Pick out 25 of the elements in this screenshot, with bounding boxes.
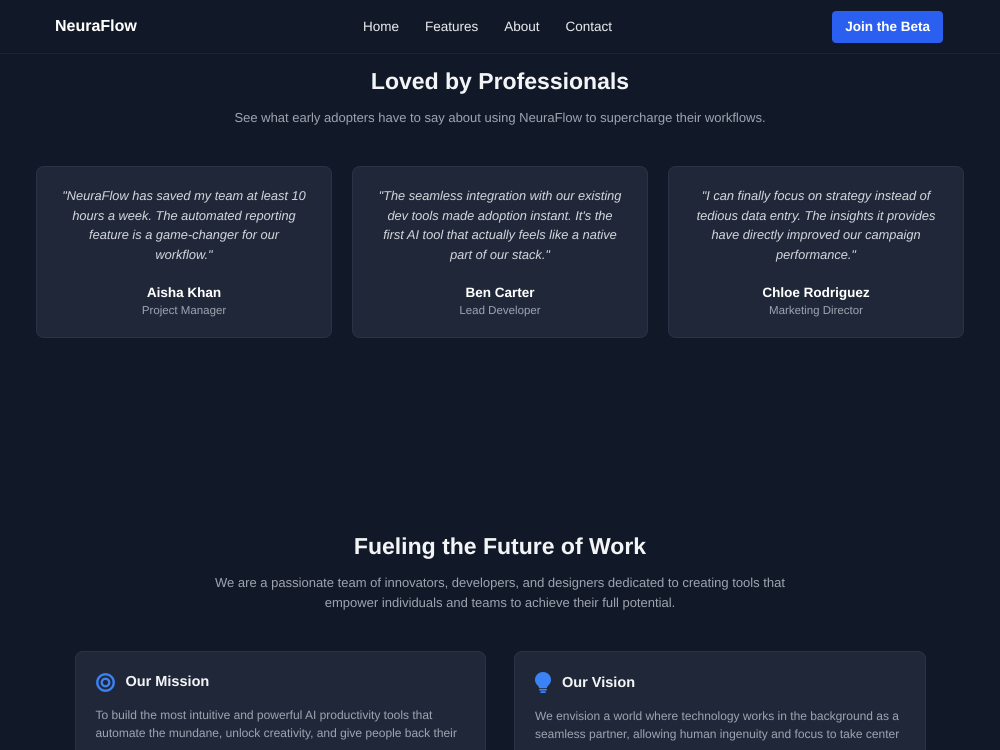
author-name: Chloe Rodriguez: [762, 284, 870, 302]
target-icon: [96, 672, 114, 692]
nav-link[interactable]: Home: [362, 19, 399, 34]
nav-link[interactable]: Features: [424, 19, 478, 34]
join-beta-button[interactable]: Join the Beta: [832, 10, 943, 42]
card-text: To build the most intuitive and powerful AI productivity tools that automate the mundane, unlock creativity, and give people back their: [96, 707, 458, 742]
author-name: Aisha Khan: [146, 284, 222, 302]
section-heading: Fueling the Future of Work: [354, 532, 646, 561]
card-title: Our Mission: [126, 673, 210, 692]
testimonial-quote: "I can finally focus on strategy instead of tedious data entry. The insights it provides have directly improved our campaign performance.": [696, 187, 936, 264]
testimonial-quote: "The seamless integration with our existing dev tools made adoption instant. It's the first AI tool that actually feels like a native part of our stack.": [378, 187, 622, 264]
author-role: Lead Developer: [459, 304, 541, 319]
testimonial-quote: "NeuraFlow has saved my team at least 10 hours a week. The automated reporting feature is a game-changer for our workflow.": [61, 187, 307, 264]
author-role: Project Manager: [142, 304, 226, 319]
nav-link[interactable]: About: [504, 19, 540, 34]
lightbulb-icon: [535, 672, 551, 693]
logo[interactable]: NeuraFlow: [55, 18, 137, 36]
author-name: Ben Carter: [465, 284, 535, 302]
nav-link[interactable]: Contact: [566, 19, 612, 34]
card-title: Our Vision: [562, 674, 636, 692]
section-subtitle: See what early adopters have to say about using NeuraFlow to supercharge their workflows.: [234, 109, 766, 127]
section-description: We are a passionate team of innovators, developers, and designers dedicated to creating tools that empower individuals and teams to achieve their full potential.: [214, 574, 786, 612]
author-role: Marketing Director: [769, 304, 863, 319]
card-text: We envision a world where technology works in the background as a seamless partner, allowing human ingenuity and focus to take center: [535, 708, 900, 743]
section-heading: Loved by Professionals: [370, 67, 630, 96]
